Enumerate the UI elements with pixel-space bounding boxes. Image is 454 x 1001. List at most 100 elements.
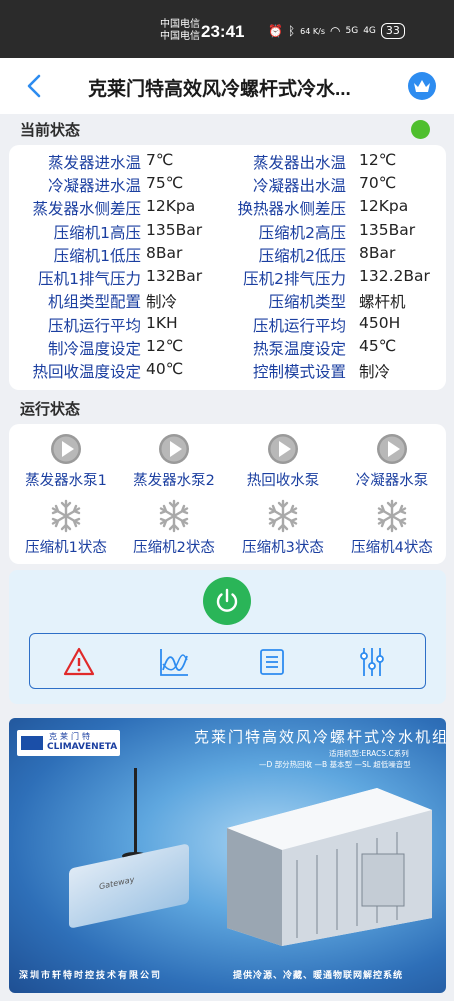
compressor-status-item[interactable]: 压缩机2状态 xyxy=(119,499,229,557)
parameter-value: 1KH xyxy=(146,314,178,332)
trend-chart-icon[interactable] xyxy=(158,646,190,678)
signal-4g: 4G xyxy=(363,26,376,36)
parameter-value: 螺杆机 xyxy=(359,293,406,311)
parameter-label: 制冷温度设定 xyxy=(47,340,141,358)
carrier-2: 中国电信 xyxy=(160,31,200,42)
parameter-row: 热回收温度设定 40℃ 控制模式设置 制冷 xyxy=(9,360,446,383)
parameter-label: 冷凝器出水温 xyxy=(252,177,346,195)
list-icon[interactable] xyxy=(256,646,288,678)
parameter-value: 8Bar xyxy=(146,244,183,262)
current-status-heading: 当前状态 xyxy=(20,121,81,139)
parameter-label: 机组类型配置 xyxy=(47,293,141,311)
parameter-label: 压缩机2高压 xyxy=(258,224,346,242)
compressor-status-item[interactable]: 压缩机4状态 xyxy=(337,499,447,557)
parameter-row: 机组类型配置 制冷 压缩机类型 螺杆机 xyxy=(9,290,446,313)
status-label: 压缩机3状态 xyxy=(242,540,324,556)
compressor-status-item[interactable]: 压缩机3状态 xyxy=(228,499,338,557)
snowflake-icon xyxy=(377,499,407,533)
battery-icon: 33 xyxy=(380,23,405,39)
parameter-label: 冷凝器进水温 xyxy=(47,177,141,195)
alarm-clock-icon: ⏰ xyxy=(268,24,283,38)
parameter-row: 压机1排气压力 132Bar 压机2排气压力 132.2Bar xyxy=(9,267,446,290)
parameter-row: 压机运行平均 1KH 压机运行平均 450H xyxy=(9,314,446,337)
app-header: 克莱门特高效风冷螺杆式冷水... xyxy=(0,58,454,114)
parameter-label: 控制模式设置 xyxy=(252,363,346,381)
crown-icon[interactable] xyxy=(408,72,436,100)
snowflake-icon xyxy=(159,499,189,533)
banner-subtitle-1: 适用机型:ERACS.C系列 xyxy=(329,749,409,758)
bluetooth-icon: ᛒ xyxy=(287,24,296,38)
compressor-status-item[interactable]: 压缩机1状态 xyxy=(11,499,121,557)
parameter-value: 70℃ xyxy=(359,174,397,192)
banner-footer-company: 深圳市轩特时控技术有限公司 xyxy=(19,971,163,981)
brand-mark-icon xyxy=(21,736,43,750)
parameter-row: 压缩机1高压 135Bar 压缩机2高压 135Bar xyxy=(9,221,446,244)
parameter-value: 制冷 xyxy=(146,293,178,311)
parameter-label: 压缩机2低压 xyxy=(258,247,346,265)
alarm-icon[interactable] xyxy=(63,646,95,678)
play-circle-icon xyxy=(268,434,298,464)
status-label: 冷凝器水泵 xyxy=(355,473,429,489)
settings-sliders-icon[interactable] xyxy=(356,646,388,678)
parameter-label: 压机运行平均 xyxy=(47,317,141,335)
parameter-value: 制冷 xyxy=(359,363,391,381)
parameter-label: 压缩机1高压 xyxy=(53,224,141,242)
status-label: 蒸发器水泵1 xyxy=(25,473,107,489)
carrier-labels: 中国电信 中国电信 xyxy=(160,19,200,43)
status-label: 压缩机4状态 xyxy=(351,540,433,556)
pump-status-item[interactable]: 冷凝器水泵 xyxy=(337,432,447,490)
run-status-heading: 运行状态 xyxy=(20,400,81,418)
parameter-label: 蒸发器进水温 xyxy=(47,154,141,172)
status-label: 蒸发器水泵2 xyxy=(133,473,215,489)
pump-status-item[interactable]: 蒸发器水泵2 xyxy=(119,432,229,490)
logo-cn: 克莱门特 xyxy=(49,732,93,741)
parameter-label: 压缩机1低压 xyxy=(53,247,141,265)
parameter-label: 热回收温度设定 xyxy=(32,363,141,381)
gateway-device-image: Gateway xyxy=(69,843,189,929)
parameter-label: 蒸发器出水温 xyxy=(252,154,346,172)
online-status-indicator xyxy=(411,120,430,139)
clock: 23:41 xyxy=(201,22,245,41)
parameter-label: 热泵温度设定 xyxy=(252,340,346,358)
parameter-label: 压缩机类型 xyxy=(268,293,346,311)
parameter-card: 蒸发器进水温 7℃ 蒸发器出水温 12℃ 冷凝器进水温 75℃ 冷凝器出水温 70℃ 蒸发器水侧… xyxy=(9,145,446,390)
parameter-value: 132.2Bar xyxy=(359,267,430,285)
signal-5g: 5G xyxy=(345,26,359,36)
snowflake-icon xyxy=(51,499,81,533)
parameter-label: 压机2排气压力 xyxy=(243,270,346,288)
parameter-label: 压机1排气压力 xyxy=(38,270,141,288)
parameter-value: 40℃ xyxy=(146,360,184,378)
carrier-1: 中国电信 xyxy=(160,19,200,30)
parameter-value: 135Bar xyxy=(146,221,203,239)
product-banner[interactable]: 克莱门特 CLIMAVENETA 克莱门特高效风冷螺杆式冷水机组 适用机型:ER… xyxy=(9,718,446,993)
status-icons: ⏰ ᛒ 64 K/s ◠ 5G 4G 33 xyxy=(268,23,405,39)
status-label: 压缩机1状态 xyxy=(25,540,107,556)
play-circle-icon xyxy=(51,434,81,464)
chiller-unit-image xyxy=(227,788,432,946)
banner-title: 克莱门特高效风冷螺杆式冷水机组 xyxy=(194,728,446,746)
play-circle-icon xyxy=(377,434,407,464)
pump-status-item[interactable]: 热回收水泵 xyxy=(228,432,338,490)
parameter-value: 7℃ xyxy=(146,151,174,169)
parameter-value: 8Bar xyxy=(359,244,396,262)
parameter-row: 蒸发器水侧差压 12Kpa 换热器水侧差压 12Kpa xyxy=(9,197,446,220)
logo-en: CLIMAVENETA xyxy=(47,742,118,752)
parameter-value: 132Bar xyxy=(146,267,203,285)
back-arrow-icon[interactable] xyxy=(22,72,48,100)
parameter-row: 制冷温度设定 12℃ 热泵温度设定 45℃ xyxy=(9,337,446,360)
parameter-value: 135Bar xyxy=(359,221,416,239)
power-icon xyxy=(216,588,238,612)
power-button[interactable] xyxy=(203,577,251,625)
function-toolbar xyxy=(29,633,426,689)
pump-status-item[interactable]: 蒸发器水泵1 xyxy=(11,432,121,490)
gateway-label: Gateway xyxy=(99,874,135,892)
parameter-label: 换热器水侧差压 xyxy=(237,200,346,218)
snowflake-icon xyxy=(268,499,298,533)
parameter-value: 45℃ xyxy=(359,337,397,355)
parameter-label: 蒸发器水侧差压 xyxy=(32,200,141,218)
parameter-value: 12Kpa xyxy=(359,197,409,215)
page-title: 克莱门特高效风冷螺杆式冷水... xyxy=(88,79,351,100)
parameter-value: 12℃ xyxy=(146,337,184,355)
brand-logo: 克莱门特 CLIMAVENETA xyxy=(17,730,120,756)
run-status-card: 蒸发器水泵1 蒸发器水泵2 热回收水泵 冷凝器水泵压缩机1状态 压缩机2状态 压缩机3状态… xyxy=(9,424,446,564)
